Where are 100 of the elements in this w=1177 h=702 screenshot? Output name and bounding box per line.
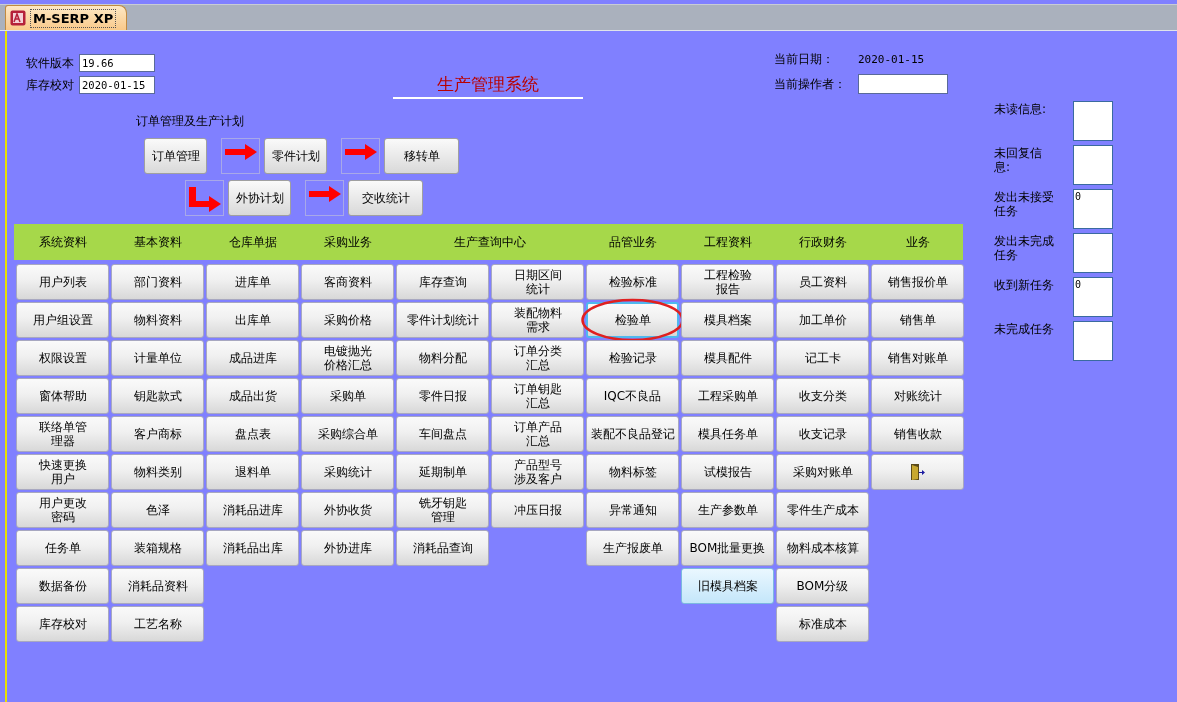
menu-button[interactable]: 订单产品汇总 <box>491 416 584 452</box>
menu-button[interactable]: 客户商标 <box>111 416 204 452</box>
menu-button[interactable]: 联络单管理器 <box>16 416 109 452</box>
menu-button[interactable]: 销售收款 <box>871 416 964 452</box>
menu-button[interactable]: 外协进库 <box>301 530 394 566</box>
menu-button[interactable]: 电镀抛光价格汇总 <box>301 340 394 376</box>
menu-button[interactable]: 用户组设置 <box>16 302 109 338</box>
menu-button[interactable]: 快速更换用户 <box>16 454 109 490</box>
menu-button[interactable]: 窗体帮助 <box>16 378 109 414</box>
menu-button[interactable]: 零件计划统计 <box>396 302 489 338</box>
menu-button[interactable]: 物料标签 <box>586 454 679 490</box>
menu-button[interactable]: 库存查询 <box>396 264 489 300</box>
menu-button[interactable]: 外协收货 <box>301 492 394 528</box>
menu-button[interactable]: 采购统计 <box>301 454 394 490</box>
form-tab[interactable]: M-SERP XP <box>5 5 128 30</box>
menu-button[interactable]: 装配不良品登记 <box>586 416 679 452</box>
menu-button[interactable]: 生产报废单 <box>586 530 679 566</box>
menu-button[interactable]: 日期区间统计 <box>491 264 584 300</box>
menu-button[interactable]: 对账统计 <box>871 378 964 414</box>
menu-button[interactable]: 旧模具档案 <box>681 568 774 604</box>
menu-button[interactable]: 销售对账单 <box>871 340 964 376</box>
menu-button[interactable]: 出库单 <box>206 302 299 338</box>
plan-button[interactable]: 移转单 <box>384 138 459 174</box>
menu-button[interactable]: IQC不良品 <box>586 378 679 414</box>
menu-button[interactable]: 模具档案 <box>681 302 774 338</box>
count-field[interactable] <box>1073 145 1113 185</box>
menu-button[interactable]: 产品型号涉及客户 <box>491 454 584 490</box>
operator-field[interactable] <box>858 74 948 94</box>
menu-button[interactable]: 成品进库 <box>206 340 299 376</box>
menu-button[interactable]: 采购综合单 <box>301 416 394 452</box>
menu-button[interactable]: 模具配件 <box>681 340 774 376</box>
plan-button[interactable]: 订单管理 <box>144 138 207 174</box>
exit-button[interactable] <box>871 454 964 490</box>
menu-button[interactable]: 数据备份 <box>16 568 109 604</box>
menu-button[interactable]: 盘点表 <box>206 416 299 452</box>
count-field[interactable]: 0 <box>1073 277 1113 317</box>
menu-button[interactable]: 采购价格 <box>301 302 394 338</box>
count-field[interactable] <box>1073 321 1113 361</box>
menu-button[interactable]: 物料分配 <box>396 340 489 376</box>
menu-button[interactable]: 库存校对 <box>16 606 109 642</box>
menu-button[interactable]: 订单钥匙汇总 <box>491 378 584 414</box>
menu-button[interactable]: 加工单价 <box>776 302 869 338</box>
menu-button[interactable]: 退料单 <box>206 454 299 490</box>
menu-button[interactable]: 部门资料 <box>111 264 204 300</box>
menu-button[interactable]: 零件生产成本 <box>776 492 869 528</box>
menu-button[interactable]: 冲压日报 <box>491 492 584 528</box>
menu-button[interactable]: 采购对账单 <box>776 454 869 490</box>
text-field[interactable]: 2020-01-15 <box>79 76 155 94</box>
menu-button[interactable]: 权限设置 <box>16 340 109 376</box>
menu-button[interactable]: 销售单 <box>871 302 964 338</box>
menu-button[interactable]: 客商资料 <box>301 264 394 300</box>
menu-button[interactable]: 员工资料 <box>776 264 869 300</box>
menu-button[interactable]: 订单分类汇总 <box>491 340 584 376</box>
category-label: 工程资料 <box>702 233 753 251</box>
menu-button[interactable]: 延期制单 <box>396 454 489 490</box>
menu-button[interactable]: 物料成本核算 <box>776 530 869 566</box>
menu-button[interactable]: 检验记录 <box>586 340 679 376</box>
text-field[interactable]: 19.66 <box>79 54 155 72</box>
menu-button[interactable]: 生产参数单 <box>681 492 774 528</box>
menu-button[interactable]: 用户列表 <box>16 264 109 300</box>
menu-button[interactable]: 用户更改密码 <box>16 492 109 528</box>
menu-button[interactable]: 零件日报 <box>396 378 489 414</box>
menu-button[interactable]: BOM批量更换 <box>681 530 774 566</box>
count-field[interactable] <box>1073 101 1113 141</box>
menu-button[interactable]: 标准成本 <box>776 606 869 642</box>
count-field[interactable] <box>1073 233 1113 273</box>
menu-button[interactable]: 异常通知 <box>586 492 679 528</box>
menu-button[interactable]: BOM分级 <box>776 568 869 604</box>
menu-button[interactable]: 消耗品查询 <box>396 530 489 566</box>
menu-button[interactable]: 进库单 <box>206 264 299 300</box>
menu-button[interactable]: 工程检验报告 <box>681 264 774 300</box>
menu-button[interactable]: 收支记录 <box>776 416 869 452</box>
menu-button[interactable]: 检验标准 <box>586 264 679 300</box>
menu-button[interactable]: 收支分类 <box>776 378 869 414</box>
menu-button[interactable]: 色泽 <box>111 492 204 528</box>
menu-button[interactable]: 物料资料 <box>111 302 204 338</box>
plan-button[interactable]: 外协计划 <box>228 180 291 216</box>
menu-button[interactable]: 采购单 <box>301 378 394 414</box>
plan-button[interactable]: 交收统计 <box>348 180 423 216</box>
menu-button[interactable]: 物料类别 <box>111 454 204 490</box>
menu-button[interactable]: 钥匙款式 <box>111 378 204 414</box>
menu-button[interactable]: 试模报告 <box>681 454 774 490</box>
menu-button[interactable]: 计量单位 <box>111 340 204 376</box>
count-field[interactable]: 0 <box>1073 189 1113 229</box>
menu-button[interactable]: 模具任务单 <box>681 416 774 452</box>
menu-button[interactable]: 工艺名称 <box>111 606 204 642</box>
menu-button[interactable]: 消耗品进库 <box>206 492 299 528</box>
menu-button[interactable]: 成品出货 <box>206 378 299 414</box>
menu-button[interactable]: 检验单 <box>586 302 679 338</box>
menu-button[interactable]: 铣牙钥匙管理 <box>396 492 489 528</box>
menu-button[interactable]: 装箱规格 <box>111 530 204 566</box>
menu-button[interactable]: 消耗品资料 <box>111 568 204 604</box>
menu-button[interactable]: 装配物料需求 <box>491 302 584 338</box>
menu-button[interactable]: 任务单 <box>16 530 109 566</box>
menu-button[interactable]: 销售报价单 <box>871 264 964 300</box>
menu-button[interactable]: 车间盘点 <box>396 416 489 452</box>
menu-button[interactable]: 工程采购单 <box>681 378 774 414</box>
menu-button[interactable]: 消耗品出库 <box>206 530 299 566</box>
plan-button[interactable]: 零件计划 <box>264 138 327 174</box>
menu-button[interactable]: 记工卡 <box>776 340 869 376</box>
